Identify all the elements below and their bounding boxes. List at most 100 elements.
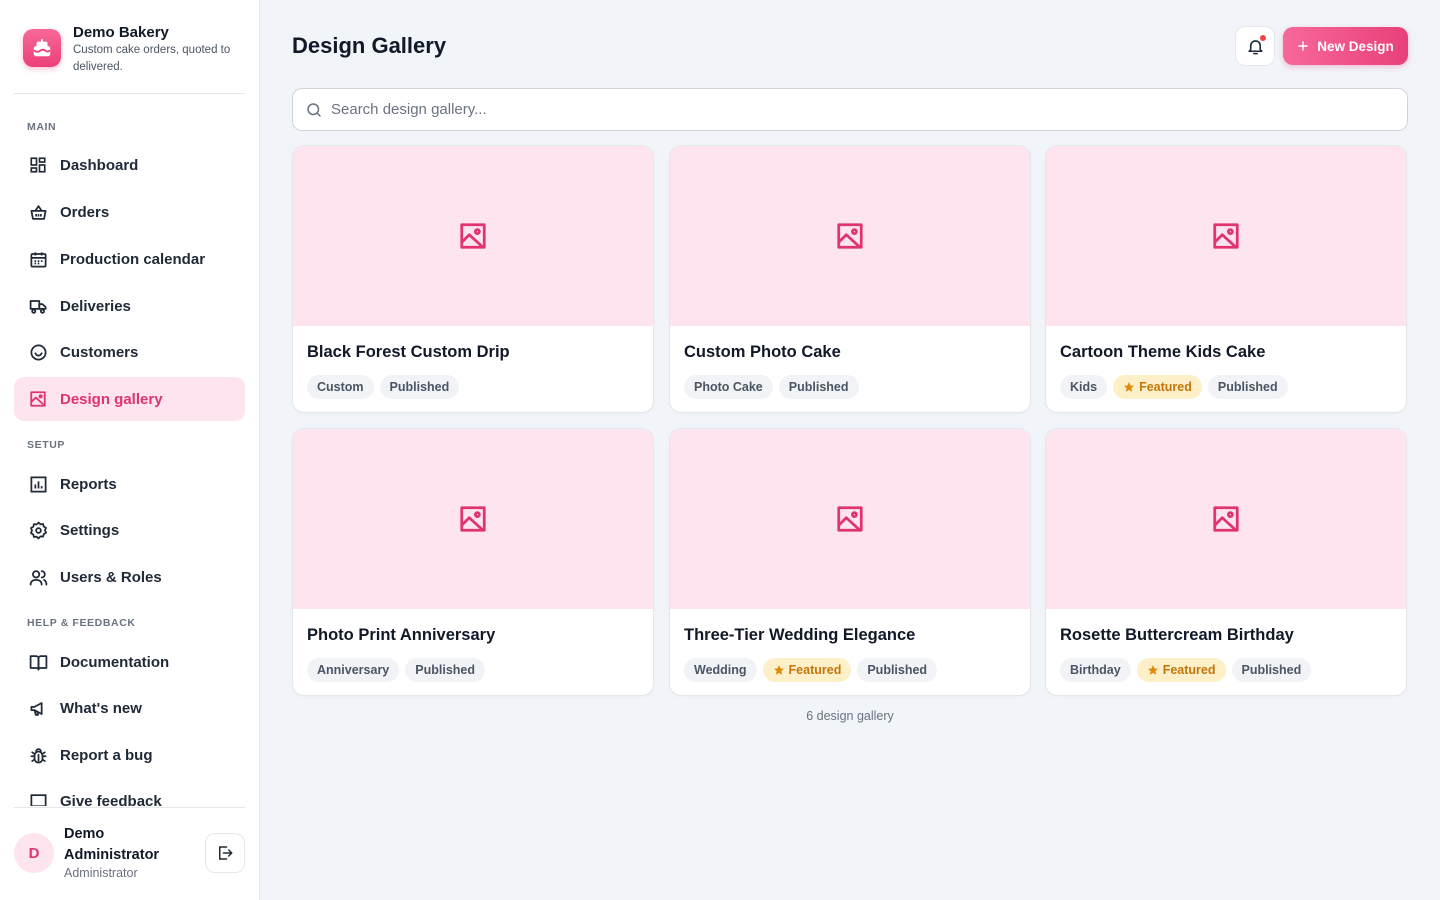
sidebar: Demo Bakery Custom cake orders, quoted t… [0,0,260,900]
sidebar-item-production-calendar[interactable]: Production calendar [14,237,245,281]
tag-label: Published [389,380,450,394]
design-thumbnail[interactable] [293,146,653,326]
design-card[interactable]: Black Forest Custom Drip Custom Published [292,145,654,413]
user-name: Demo Administrator [64,826,160,863]
section-label-setup: SETUP [27,439,66,451]
tag-badge: Published [857,658,938,682]
sidebar-item-label: Reports [60,475,117,493]
tag-label: Photo Cake [694,380,763,394]
sidebar-item-design-gallery[interactable]: Design gallery [14,377,245,421]
design-tags: Custom Published [307,375,460,399]
design-thumbnail[interactable] [1046,146,1406,326]
tag-badge: Birthday [1060,658,1131,682]
sidebar-item-label: Production calendar [60,250,206,268]
star-icon [773,664,785,676]
design-thumbnail[interactable] [1046,429,1406,609]
sidebar-item-label: Orders [60,203,110,221]
design-thumbnail[interactable] [670,146,1030,326]
design-title: Cartoon Theme Kids Cake [1060,343,1266,361]
design-thumbnail[interactable] [293,429,653,609]
sidebar-item-whats-new[interactable]: What's new [14,686,245,730]
design-card[interactable]: Rosette Buttercream Birthday Birthday Feat… [1045,428,1407,696]
sidebar-item-settings[interactable]: Settings [14,508,245,552]
sidebar-item-report-bug[interactable]: Report a bug [14,733,245,777]
tag-label: Published [415,663,475,677]
calendar-icon [28,249,48,269]
sidebar-item-customers[interactable]: Customers [14,330,245,374]
tag-label: Published [1217,380,1278,394]
image-placeholder-icon [835,504,865,534]
image-placeholder-icon [458,221,488,251]
search-icon [305,101,323,119]
section-label-main: MAIN [27,121,57,133]
megaphone-icon [28,698,48,718]
sidebar-item-deliveries[interactable]: Deliveries [14,284,245,328]
image-placeholder-icon [835,221,865,251]
design-card[interactable]: Cartoon Theme Kids Cake Kids Featured Publi… [1045,145,1407,413]
featured-badge: Featured [1113,375,1202,399]
tag-label: Featured [1162,663,1216,677]
tag-badge: Published [379,375,460,399]
design-thumbnail[interactable] [670,429,1030,609]
tag-badge: Published [405,658,485,682]
tag-badge: Published [1207,375,1288,399]
sidebar-item-documentation[interactable]: Documentation [14,640,245,684]
notifications-button[interactable] [1235,26,1275,66]
design-card[interactable]: Three-Tier Wedding Elegance Wedding Featur… [669,428,1031,696]
users-icon [28,567,48,587]
sidebar-item-label: Dashboard [60,156,139,174]
tag-label: Anniversary [317,663,390,677]
design-tags: Wedding Featured Published [684,658,938,682]
sidebar-item-dashboard[interactable]: Dashboard [14,143,245,187]
design-title: Photo Print Anniversary [307,626,496,644]
book-icon [28,652,48,672]
gear-icon [28,520,48,540]
dashboard-icon [28,155,48,175]
sidebar-item-label: Design gallery [60,390,163,408]
result-count: 6 design gallery [806,709,894,723]
design-tags: Birthday Featured Published [1060,658,1312,682]
sidebar-item-orders[interactable]: Orders [14,190,245,234]
sidebar-item-reports[interactable]: Reports [14,462,245,506]
brand-tagline: Custom cake orders, quoted to delivered. [73,44,231,73]
tag-label: Published [867,663,928,677]
design-title: Black Forest Custom Drip [307,343,510,361]
sidebar-item-label: Give feedback [60,792,162,807]
brand-name: Demo Bakery [73,24,169,41]
star-icon [1123,381,1135,393]
basket-icon [28,202,48,222]
image-placeholder-icon [1211,504,1241,534]
sidebar-item-users-roles[interactable]: Users & Roles [14,555,245,599]
smile-icon [28,342,48,362]
sidebar-item-give-feedback[interactable]: Give feedback [14,779,245,806]
avatar[interactable]: D [14,833,54,873]
design-title: Three-Tier Wedding Elegance [684,626,916,644]
page-title: Design Gallery [292,33,447,58]
tag-label: Kids [1070,380,1098,394]
tag-label: Featured [1139,380,1192,394]
design-card[interactable]: Custom Photo Cake Photo Cake Published [669,145,1031,413]
tag-label: Published [788,380,849,394]
section-label-help: HELP & FEEDBACK [27,617,136,629]
featured-badge: Featured [1136,658,1226,682]
brand: Demo Bakery Custom cake orders, quoted t… [14,22,245,94]
design-tags: Photo Cake Published [684,375,859,399]
sidebar-item-label: Documentation [60,653,170,671]
sidebar-item-label: Settings [60,521,120,539]
truck-icon [28,296,48,316]
tag-badge: Published [1231,658,1312,682]
logout-button[interactable] [205,833,245,873]
tag-label: Birthday [1070,663,1121,677]
image-placeholder-icon [1211,221,1241,251]
design-card[interactable]: Photo Print Anniversary Anniversary Publis… [292,428,654,696]
tag-badge: Custom [307,375,374,399]
new-design-button[interactable]: New Design [1283,27,1408,65]
tag-badge: Photo Cake [684,375,773,399]
tag-badge: Published [778,375,859,399]
tag-badge: Anniversary [307,658,400,682]
bug-icon [28,745,48,765]
search-input[interactable] [331,90,1391,129]
design-title: Rosette Buttercream Birthday [1060,626,1294,644]
sidebar-item-label: Deliveries [60,297,131,315]
sidebar-nav: Demo Bakery Custom cake orders, quoted t… [0,0,259,806]
